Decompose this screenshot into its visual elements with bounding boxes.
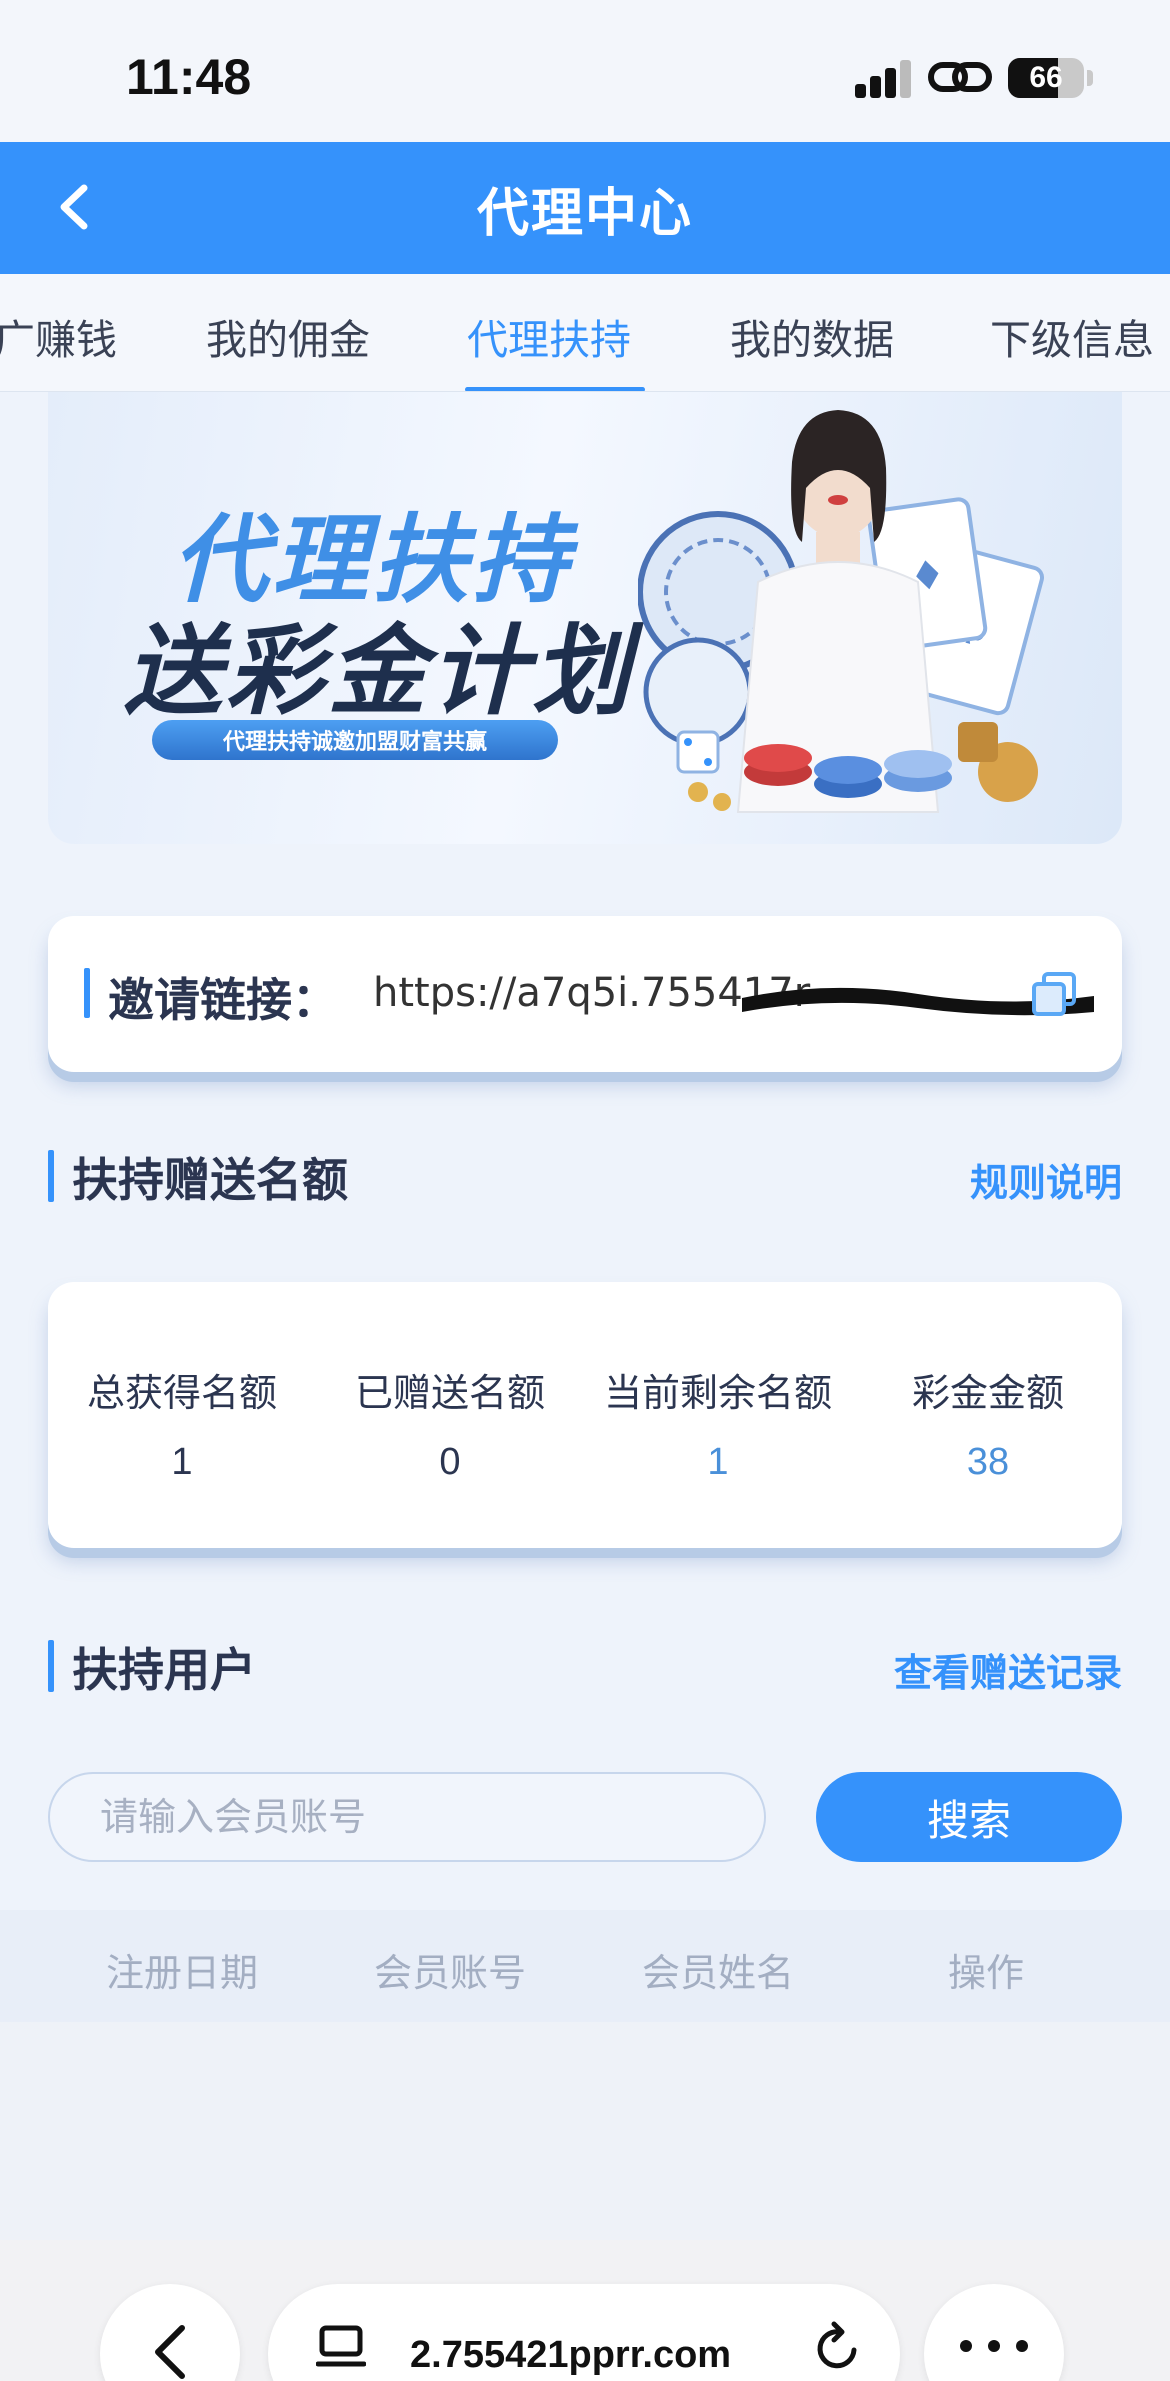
promo-banner[interactable]: 代理扶持 送彩金计划 代理扶持诚邀加盟财富共赢 ♠ ♦: [48, 392, 1122, 844]
banner-title-line2: 送彩金计划: [124, 615, 635, 729]
address-bar[interactable]: 2.755421pprr.com: [268, 2284, 900, 2381]
stat-total-quota: 总获得名额 1: [48, 1362, 316, 1484]
status-bar: 11:48 66: [0, 0, 1170, 142]
stat-value: 0: [439, 1441, 461, 1483]
status-time: 11:48: [126, 49, 252, 105]
tab-agent-support[interactable]: 代理扶持: [467, 306, 631, 366]
stat-remaining-quota: 当前剩余名额 1: [584, 1362, 852, 1484]
column-header-actions: 操作: [947, 1951, 1024, 1995]
stat-label: 彩金金额: [911, 1371, 1064, 1415]
more-icon: [960, 2340, 1028, 2352]
back-chevron-icon: [155, 2325, 185, 2379]
more-button[interactable]: [924, 2284, 1064, 2381]
banner-subtitle: 代理扶持诚邀加盟财富共赢: [152, 720, 558, 760]
stat-value: 1: [171, 1441, 193, 1483]
tab-promote[interactable]: 广赚钱: [0, 306, 117, 366]
invite-accent-bar: [84, 968, 90, 1018]
tab-my-data[interactable]: 我的数据: [730, 306, 894, 366]
tabs-icon: [316, 2325, 366, 2367]
browser-toolbar: 2.755421pprr.com: [0, 2240, 1170, 2381]
column-header-register-date: 注册日期: [105, 1951, 258, 1995]
battery-icon: 66: [1008, 58, 1084, 98]
battery-level: 66: [1029, 61, 1063, 94]
quota-section-title: 扶持赠送名额: [72, 1153, 348, 1207]
member-account-search-input[interactable]: [48, 1772, 766, 1862]
banner-illustration: ♠ ♦: [638, 410, 1045, 813]
app-header: 代理中心: [0, 142, 1170, 274]
column-header-member-name: 会员姓名: [641, 1951, 794, 1995]
reload-icon: [817, 2321, 857, 2369]
tab-subordinate-info[interactable]: 下级信息: [990, 306, 1154, 366]
tab-bar: 广赚钱 我的佣金 代理扶持 我的数据 下级信息: [0, 274, 1170, 392]
rules-link[interactable]: 规则说明: [970, 1152, 1122, 1207]
stat-label: 当前剩余名额: [603, 1371, 832, 1415]
column-header-member-account: 会员账号: [373, 1951, 526, 1995]
copy-icon[interactable]: [1030, 970, 1078, 1018]
invite-label: 邀请链接：: [108, 973, 338, 1027]
battery-tip: [1087, 70, 1093, 86]
user-table-header: 注册日期 会员账号 会员姓名 操作: [0, 1910, 1170, 2022]
browser-back-button[interactable]: [100, 2284, 240, 2381]
page-title: 代理中心: [476, 183, 693, 244]
stat-gifted-quota: 已赠送名额 0: [316, 1362, 584, 1484]
users-section-bar: [48, 1640, 54, 1692]
quota-section-bar: [48, 1150, 54, 1202]
stat-label: 已赠送名额: [354, 1371, 545, 1415]
url-text: 2.755421pprr.com: [410, 2334, 732, 2376]
invite-link-card: 邀请链接： https://a7q5i.755417r: [48, 916, 1122, 1072]
stat-bonus-amount: 彩金金额 38: [854, 1362, 1122, 1484]
signal-icon: [855, 58, 915, 98]
search-button[interactable]: 搜索: [816, 1772, 1122, 1862]
gift-records-link[interactable]: 查看赠送记录: [894, 1642, 1122, 1697]
empty-table-area: [0, 2022, 1170, 2240]
stat-value: 38: [966, 1441, 1010, 1483]
users-section-title: 扶持用户: [72, 1643, 256, 1697]
back-arrow-icon[interactable]: [40, 172, 110, 242]
quota-stats-card: 总获得名额 1 已赠送名额 0 当前剩余名额 1 彩金金额 38: [48, 1282, 1122, 1548]
stat-value: 1: [707, 1441, 729, 1483]
link-icon: [928, 62, 992, 92]
tab-my-commission[interactable]: 我的佣金: [206, 306, 370, 366]
stat-label: 总获得名额: [86, 1371, 277, 1415]
